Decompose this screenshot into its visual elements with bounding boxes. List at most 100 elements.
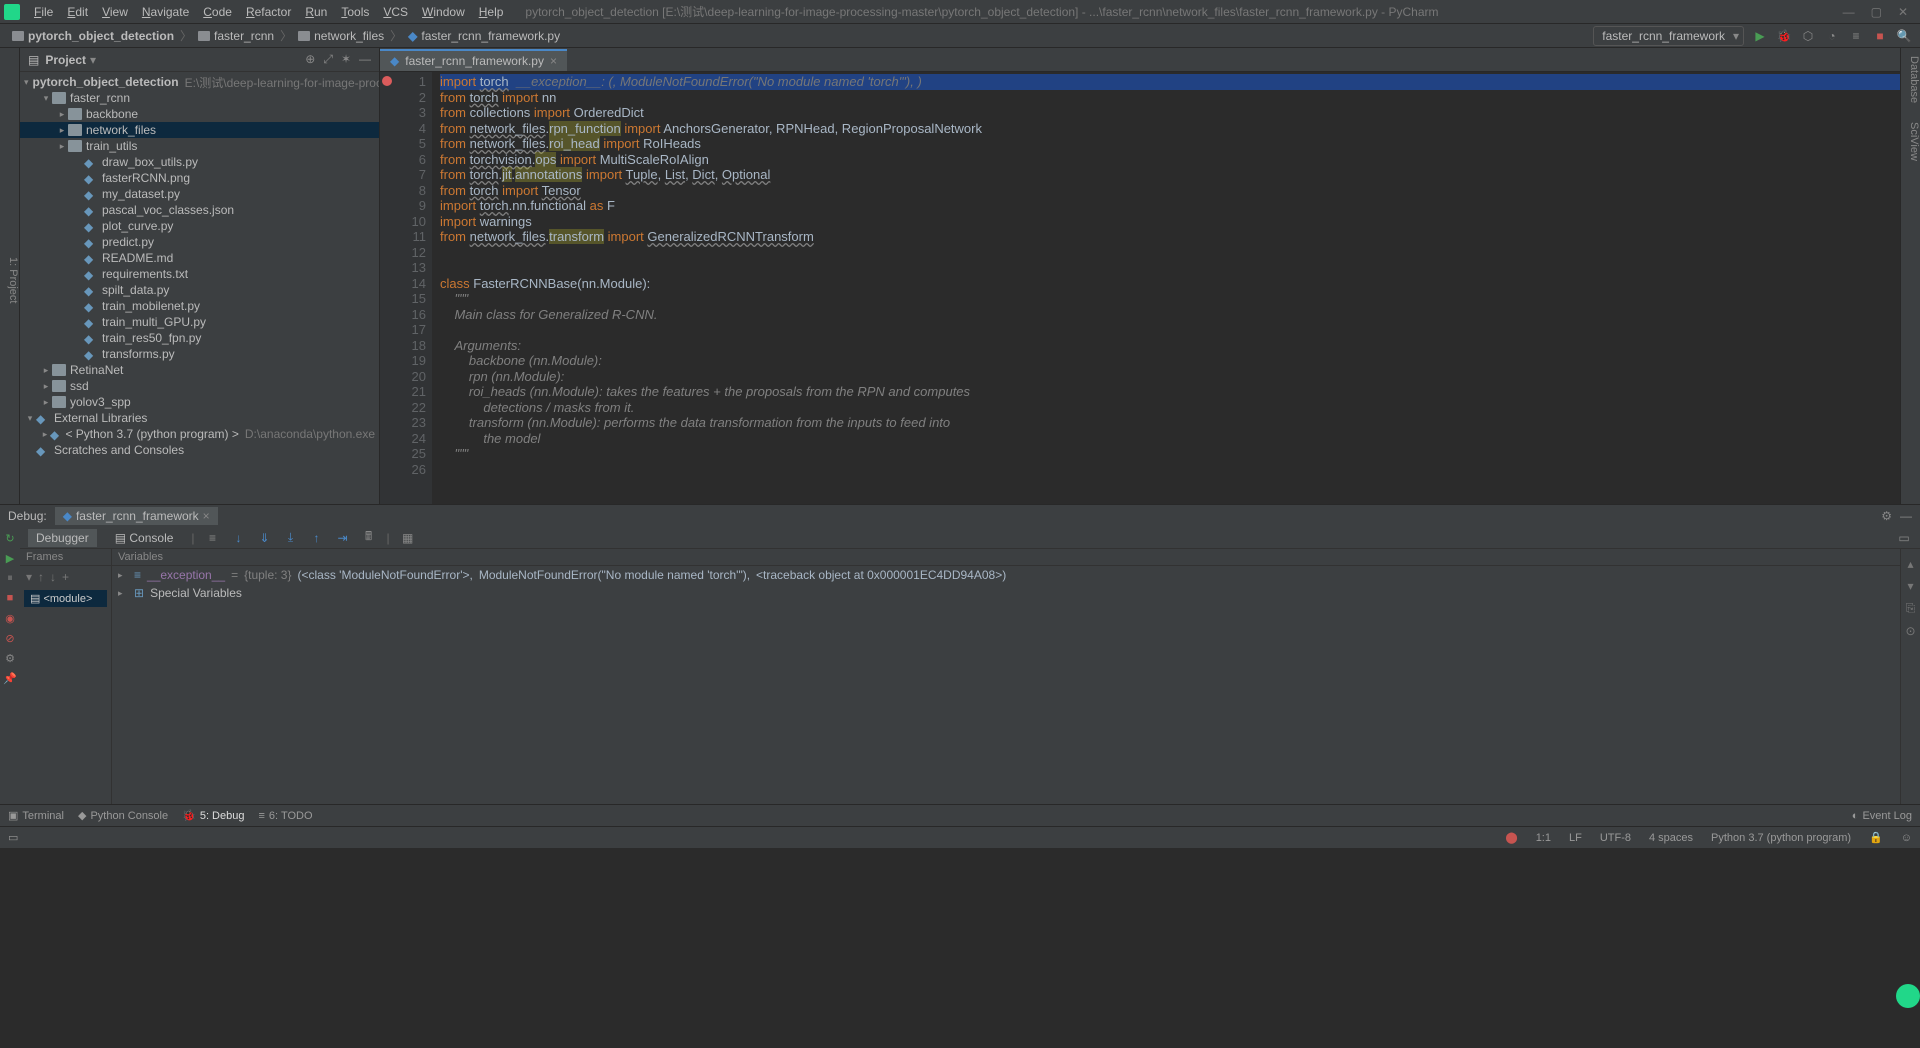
menu-refactor[interactable]: Refactor [240,3,297,21]
tree-row[interactable]: ◆Scratches and Consoles [20,442,379,458]
force-step-icon[interactable]: ⤓ [283,530,299,546]
breadcrumb-item[interactable]: ◆faster_rcnn_framework.py [404,29,564,43]
tree-row[interactable]: ◆train_multi_GPU.py [20,314,379,330]
menu-help[interactable]: Help [473,3,510,21]
code-line[interactable]: from torchvision.ops import MultiScaleRo… [440,152,1900,168]
encoding[interactable]: UTF-8 [1600,832,1631,844]
step-out-icon[interactable]: ↑ [309,530,325,546]
right-tool-stripe[interactable]: Database SciView [1900,48,1920,504]
layout-icon[interactable]: ▦ [400,530,416,546]
view-breakpoints-icon[interactable]: ◉ [3,611,17,625]
pin-icon[interactable]: 📌 [3,671,17,685]
menu-view[interactable]: View [96,3,134,21]
debug-session-tab[interactable]: ◆ faster_rcnn_framework × [55,507,218,525]
code-line[interactable]: from network_files.rpn_function import A… [440,121,1900,137]
project-tree[interactable]: ▾ pytorch_object_detection E:\测试\deep-le… [20,72,379,504]
code-line[interactable]: from torch import nn [440,90,1900,106]
line-ending[interactable]: LF [1569,832,1582,844]
coverage-icon[interactable]: ⬡ [1800,28,1816,44]
breadcrumb-item[interactable]: pytorch_object_detection [8,29,178,43]
caret-position[interactable]: 1:1 [1536,832,1551,844]
project-tool-tab[interactable]: 1: Project [7,257,19,303]
code-line[interactable]: class FasterRCNNBase(nn.Module): [440,276,1900,292]
close-icon[interactable]: ✕ [1898,5,1908,19]
collapse-icon[interactable]: ✶ [341,52,351,67]
console-tab[interactable]: ▤ Console [107,529,182,547]
tree-row[interactable]: ▸backbone [20,106,379,122]
indent[interactable]: 4 spaces [1649,832,1693,844]
up-icon[interactable]: ▴ [1907,557,1913,571]
tree-row[interactable]: ▸train_utils [20,138,379,154]
menu-vcs[interactable]: VCS [377,3,414,21]
tree-row[interactable]: ▾faster_rcnn [20,90,379,106]
menu-run[interactable]: Run [299,3,333,21]
event-log-tab[interactable]: ◐ Event Log [1852,810,1912,822]
profile-icon[interactable]: ◔ [1824,28,1840,44]
code-line[interactable] [440,245,1900,261]
code-editor[interactable]: 1234567891011121314151617181920212223242… [380,72,1900,504]
tree-root[interactable]: ▾ pytorch_object_detection E:\测试\deep-le… [20,74,379,90]
tree-row[interactable]: ◆my_dataset.py [20,186,379,202]
tree-row[interactable]: ◆fasterRCNN.png [20,170,379,186]
rerun-icon[interactable]: ↻ [3,531,17,545]
pause-icon[interactable]: ⏸ [3,571,17,585]
code-line[interactable]: Arguments: [440,338,1900,354]
code-line[interactable]: transform (nn.Module): performs the data… [440,415,1900,431]
editor-tab[interactable]: ◆ faster_rcnn_framework.py × [380,49,567,71]
sciview-tool-tab[interactable]: SciView [1908,122,1920,161]
todo-tab[interactable]: ≡ 6: TODO [258,810,312,822]
menu-window[interactable]: Window [416,3,471,21]
code-line[interactable]: from network_files.transform import Gene… [440,229,1900,245]
tree-row[interactable]: ◆train_mobilenet.py [20,298,379,314]
tree-row[interactable]: ◆plot_curve.py [20,218,379,234]
variable-row[interactable]: ▸ ⊞ Special Variables [112,584,1900,602]
close-tab-icon[interactable]: × [550,54,557,68]
breakpoint-icon[interactable] [382,76,392,86]
settings-icon[interactable]: ⚙ [3,651,17,665]
tree-row[interactable]: ◆draw_box_utils.py [20,154,379,170]
code-line[interactable]: Main class for Generalized R-CNN. [440,307,1900,323]
code-line[interactable]: from torch.jit.annotations import Tuple,… [440,167,1900,183]
tree-row[interactable]: ▾◆External Libraries [20,410,379,426]
close-icon[interactable]: × [203,509,210,523]
evaluate-icon[interactable]: 🖩 [361,530,377,546]
debug-tab[interactable]: 🐞 5: Debug [182,809,244,822]
code-line[interactable]: rpn (nn.Module): [440,369,1900,385]
menu-edit[interactable]: Edit [61,3,94,21]
expand-all-icon[interactable]: ⤢ [323,52,333,67]
code-line[interactable]: from collections import OrderedDict [440,105,1900,121]
code-line[interactable]: import warnings [440,214,1900,230]
mute-breakpoints-icon[interactable]: ⊘ [3,631,17,645]
maximize-icon[interactable]: ▢ [1871,5,1882,19]
tree-row[interactable]: ◆pascal_voc_classes.json [20,202,379,218]
watch-icon[interactable]: ⊙ [1905,624,1915,638]
step-into-icon[interactable]: ↓ [231,530,247,546]
status-msg-icon[interactable]: ▭ [8,831,18,844]
tree-row[interactable]: ◆train_res50_fpn.py [20,330,379,346]
terminal-tab[interactable]: ▣ Terminal [8,809,64,822]
code-line[interactable] [440,322,1900,338]
code-line[interactable]: detections / masks from it. [440,400,1900,416]
tree-row[interactable]: ▸RetinaNet [20,362,379,378]
code-line[interactable]: backbone (nn.Module): [440,353,1900,369]
next-frame-icon[interactable]: ↓ [50,570,56,584]
search-icon[interactable]: 🔍 [1896,28,1912,44]
breadcrumb-item[interactable]: network_files [294,29,388,43]
code-line[interactable]: roi_heads (nn.Module): takes the feature… [440,384,1900,400]
resume-icon[interactable]: ▶ [3,551,17,565]
menu-navigate[interactable]: Navigate [136,3,195,21]
tree-row[interactable]: ▸◆< Python 3.7 (python program) >D:\anac… [20,426,379,442]
code-line[interactable] [440,462,1900,478]
thread-dropdown-icon[interactable]: ▾ [26,570,32,584]
code-line[interactable]: """ [440,291,1900,307]
run-icon[interactable]: ▶ [1752,28,1768,44]
debugger-tab[interactable]: Debugger [28,529,97,547]
hector-icon[interactable]: ☺ [1901,832,1912,844]
add-icon[interactable]: + [62,570,69,584]
settings-icon[interactable]: ⚙ [1881,509,1892,523]
code-line[interactable]: import torch__exception__: (, ModuleNotF… [440,74,1900,90]
code-line[interactable]: from torch import Tensor [440,183,1900,199]
breakpoint-gutter[interactable] [380,72,394,504]
select-opened-file-icon[interactable]: ⊕ [305,52,315,67]
tree-row[interactable]: ◆transforms.py [20,346,379,362]
